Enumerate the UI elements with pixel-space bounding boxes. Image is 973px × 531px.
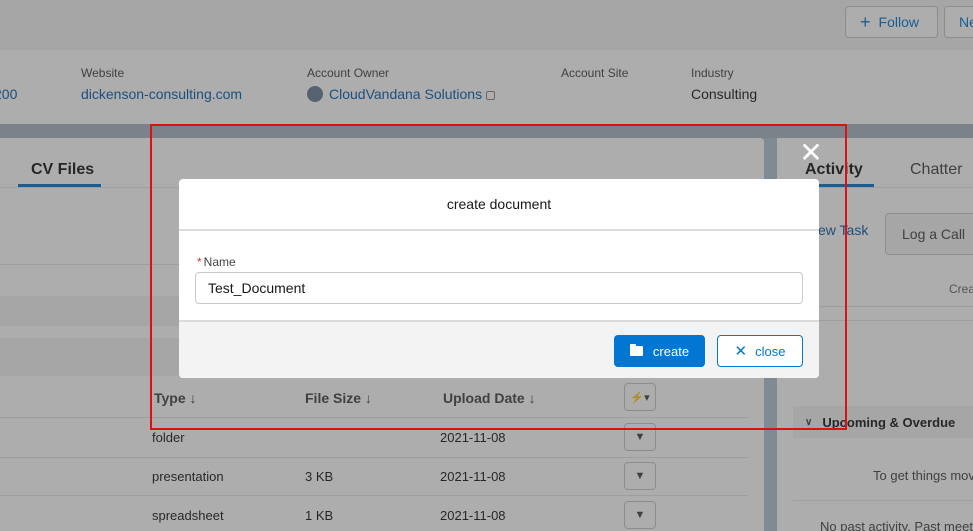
create-document-modal: create document *Name create ✕ close xyxy=(179,179,819,378)
modal-close-icon[interactable]: ✕ xyxy=(798,139,824,167)
name-field-label: * Name xyxy=(197,255,236,269)
modal-footer: create ✕ close xyxy=(179,320,819,378)
name-label: Name xyxy=(203,255,236,269)
modal-body: * Name xyxy=(179,231,819,320)
create-button[interactable]: create xyxy=(614,335,705,367)
close-button[interactable]: ✕ close xyxy=(717,335,803,367)
folder-icon xyxy=(629,344,643,356)
modal-title: create document xyxy=(446,196,552,212)
close-icon: ✕ xyxy=(734,342,748,360)
create-label: create xyxy=(652,343,690,359)
close-label: close xyxy=(755,343,786,359)
name-input[interactable] xyxy=(195,272,803,304)
modal-header: create document xyxy=(179,179,819,231)
required-indicator: * xyxy=(197,255,202,269)
